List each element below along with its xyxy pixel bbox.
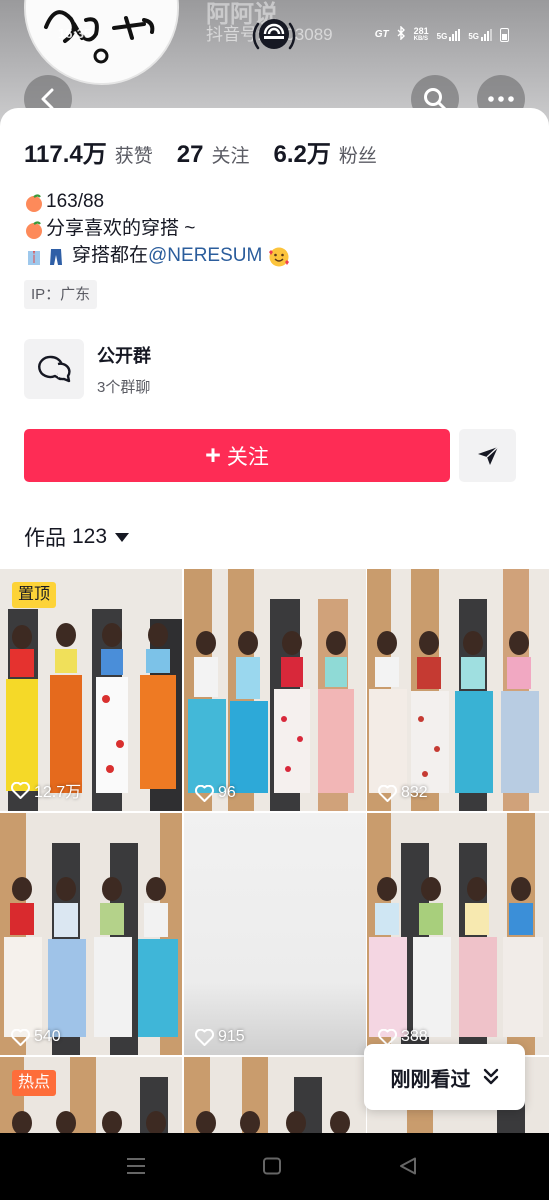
heart-icon <box>195 784 214 802</box>
like-count: 540 <box>11 1028 61 1046</box>
peach-emoji-icon <box>26 193 42 212</box>
stat-likes[interactable]: 117.4万 获赞 <box>24 134 153 169</box>
recently-viewed-label: 刚刚看过 <box>390 1068 471 1091</box>
smiling-hearts-emoji-icon <box>269 247 290 266</box>
bio-line-3: 穿搭都在 @NERESUM <box>24 242 292 269</box>
heart-icon <box>195 1028 214 1046</box>
gt-indicator: GT <box>374 29 389 40</box>
signal-bars-icon <box>481 28 492 41</box>
signal-5g-1: 5G <box>437 28 461 41</box>
stat-following[interactable]: 27 关注 <box>177 141 250 169</box>
video-thumbnail[interactable]: 388 <box>367 813 549 1055</box>
bluetooth-icon <box>397 25 406 43</box>
follow-label: 关注 <box>226 445 269 469</box>
signal-bars-icon <box>449 28 461 41</box>
heart-icon <box>11 781 30 799</box>
public-group-entry[interactable]: 公开群 3个群聊 <box>24 339 151 399</box>
bio-line-1: 163/88 <box>24 188 292 215</box>
profile-avatar[interactable] <box>24 0 179 85</box>
heart-icon <box>11 1028 30 1046</box>
outfit-photo <box>367 813 549 1055</box>
battery-icon <box>500 27 509 42</box>
follow-button[interactable]: + 关注 <box>24 429 450 482</box>
caret-down-icon <box>115 532 130 542</box>
works-tab[interactable]: 作品 123 <box>24 522 130 552</box>
like-count: 12.7万 <box>11 778 81 802</box>
stat-followers[interactable]: 6.2万 粉丝 <box>273 134 376 169</box>
recently-viewed-button[interactable]: 刚刚看过 <box>364 1044 525 1110</box>
shirt-emoji-icon <box>28 250 40 265</box>
outfit-photo <box>367 569 549 811</box>
video-thumbnail[interactable]: 热点 <box>0 1057 182 1133</box>
like-count: 832 <box>378 784 428 802</box>
ip-location-tag: IP：广东 <box>24 280 98 309</box>
video-thumbnail[interactable]: 置顶 12.7万 <box>0 569 182 811</box>
peach-emoji-icon <box>26 220 42 239</box>
more-dots-icon <box>488 96 514 102</box>
video-thumbnail[interactable] <box>184 1057 366 1133</box>
group-chat-icon <box>24 339 84 399</box>
works-tab-label: 作品 <box>24 527 66 550</box>
video-thumbnail[interactable]: 915 <box>184 813 366 1055</box>
like-count: 915 <box>195 1028 245 1046</box>
video-thumbnail[interactable]: 832 <box>367 569 549 811</box>
heart-icon <box>378 1028 397 1046</box>
recent-apps-icon[interactable] <box>126 1157 146 1175</box>
bio-mention-link[interactable]: @NERESUM <box>148 242 262 269</box>
live-indicator-icon[interactable] <box>250 12 298 60</box>
profile-stats: 117.4万 获赞 27 关注 6.2万 粉丝 <box>24 134 401 169</box>
home-icon[interactable] <box>262 1157 282 1175</box>
group-subtitle: 3个群聊 <box>97 378 151 396</box>
like-count: 96 <box>195 784 236 802</box>
back-nav-icon[interactable] <box>398 1157 418 1175</box>
group-title: 公开群 <box>97 345 151 366</box>
video-thumbnail[interactable]: 540 <box>0 813 182 1055</box>
send-arrow-icon <box>477 445 498 465</box>
outfit-photo <box>0 813 182 1055</box>
blank-photo <box>184 813 366 1055</box>
bio-line-2: 分享喜欢的穿搭 ~ <box>24 215 292 242</box>
plus-icon: + <box>205 440 221 470</box>
system-navigation-bar <box>0 1133 549 1200</box>
chevron-left-icon <box>41 88 54 110</box>
pinned-badge: 置顶 <box>12 582 57 608</box>
profile-bio: 163/88 分享喜欢的穿搭 ~ 穿搭都在 @NERESUM <box>24 188 292 269</box>
video-thumbnail[interactable]: 96 <box>184 569 366 811</box>
heart-icon <box>378 784 397 802</box>
signal-5g-2: 5G <box>468 28 492 41</box>
send-message-button[interactable] <box>459 429 516 482</box>
double-chevron-down-icon <box>483 1068 498 1085</box>
status-icons: GT 281 KB/S 5G 5G <box>374 25 509 43</box>
net-speed: 281 KB/S <box>413 25 429 42</box>
works-count: 123 <box>72 525 108 548</box>
trending-badge: 热点 <box>12 1070 57 1096</box>
jeans-emoji-icon <box>50 248 62 265</box>
status-time: 16:35 <box>58 26 92 41</box>
outfit-photo <box>184 1057 366 1133</box>
outfit-photo <box>184 569 366 811</box>
